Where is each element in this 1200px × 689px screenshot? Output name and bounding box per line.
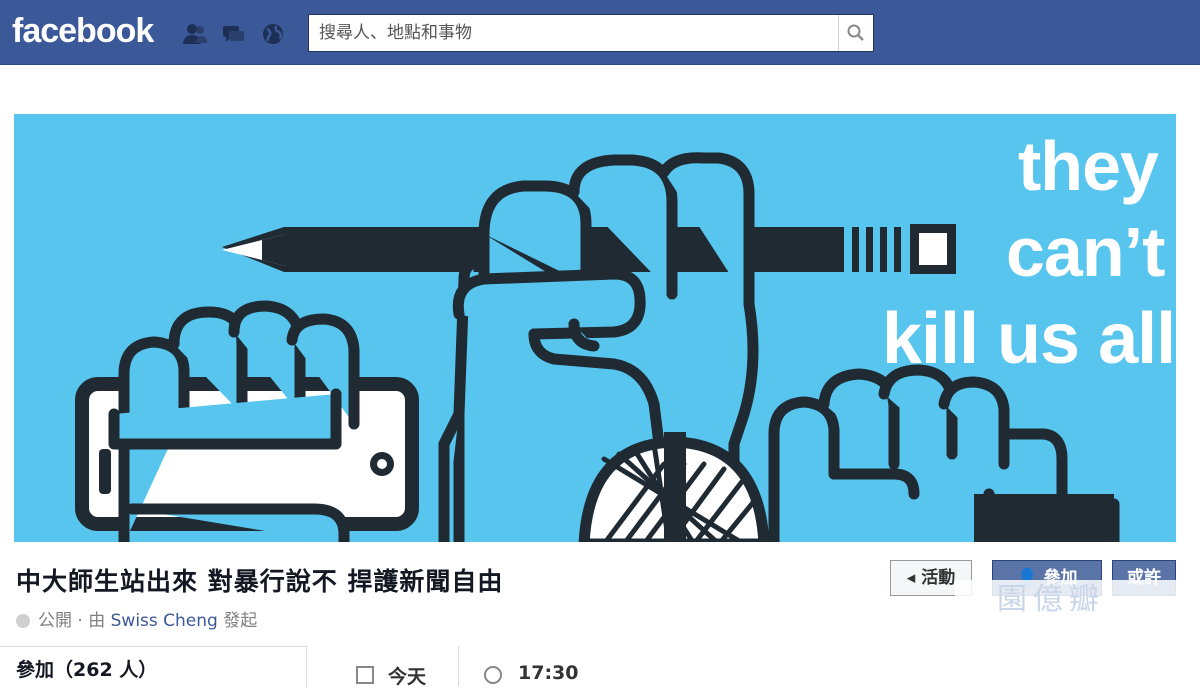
calendar-icon	[356, 666, 374, 684]
search-box[interactable]	[308, 14, 874, 52]
going-box[interactable]: 參加（262 人）	[0, 646, 307, 687]
started-label: 發起	[223, 611, 258, 631]
privacy-label: 公開	[38, 611, 72, 631]
organizer-link[interactable]: Swiss Cheng	[111, 611, 218, 631]
event-title: 中大師生站出來 對暴行說不 捍護新聞自由	[16, 567, 504, 596]
clock-icon	[484, 666, 502, 684]
watermark: 園億瓣	[955, 580, 1185, 620]
going-count[interactable]: 參加（262 人）	[16, 655, 157, 682]
slogan-line-3: kill us all	[882, 299, 1176, 379]
search-icon	[847, 24, 864, 41]
facebook-logo[interactable]: facebook	[12, 12, 154, 51]
globe-icon	[16, 614, 30, 628]
by-label: · 由	[77, 611, 106, 631]
top-bar: facebook	[0, 0, 1200, 65]
event-cover-photo[interactable]: they can’t kill us all	[14, 114, 1176, 542]
slogan-line-2: can’t	[1006, 213, 1165, 291]
search-button[interactable]	[838, 15, 873, 51]
slogan-line-1: they	[1018, 127, 1159, 205]
event-date: 今天	[388, 666, 427, 688]
notifications-icon[interactable]	[260, 22, 286, 46]
event-time: 17:30	[518, 662, 579, 684]
friend-requests-icon[interactable]	[182, 22, 208, 46]
messages-icon[interactable]	[220, 22, 246, 46]
time-cell: 17:30	[478, 646, 678, 686]
event-meta: 公開 · 由 Swiss Cheng 發起	[16, 606, 257, 631]
date-cell: 今天	[340, 646, 459, 688]
search-input[interactable]	[309, 15, 839, 51]
